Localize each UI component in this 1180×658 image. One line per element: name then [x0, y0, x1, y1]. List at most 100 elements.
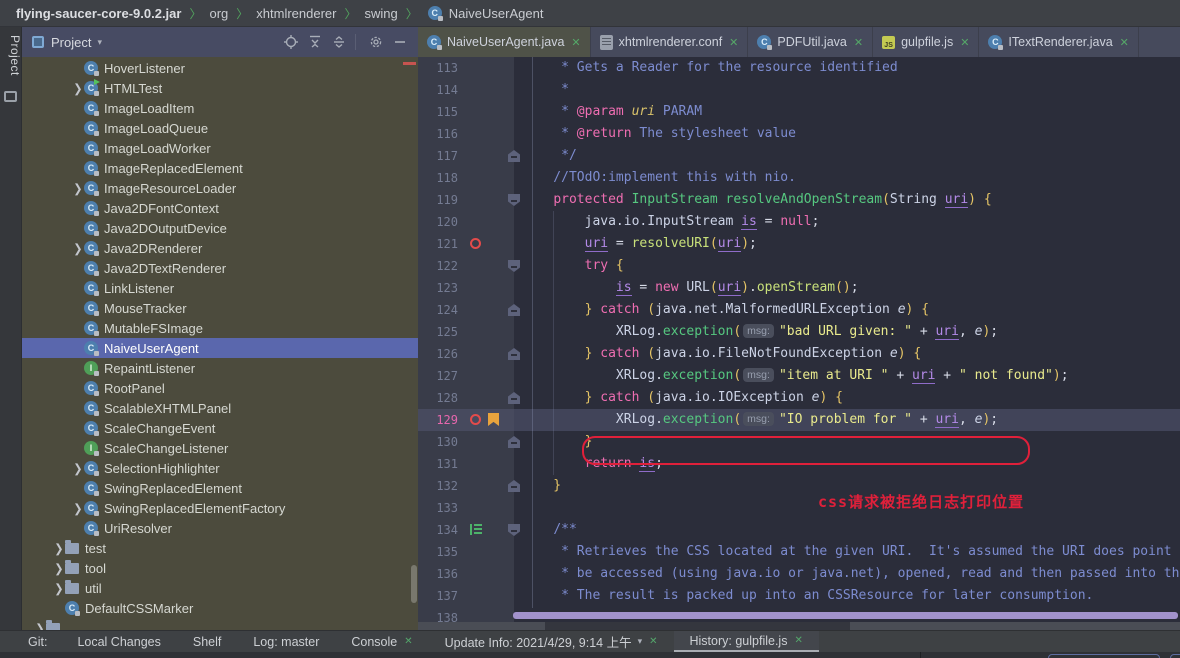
bottom-tab[interactable]: History: gulpfile.js✕: [674, 631, 819, 652]
tree-item[interactable]: ❯CHTMLTest: [22, 78, 418, 98]
tree-scrollbar[interactable]: [411, 565, 417, 603]
project-stripe-button[interactable]: Project: [0, 31, 22, 76]
tree-item[interactable]: ❯util: [22, 578, 418, 598]
bottom-tab[interactable]: Log: master: [237, 631, 335, 652]
editor-gutter[interactable]: 129: [418, 409, 514, 431]
close-icon[interactable]: ✕: [404, 636, 412, 647]
editor-gutter[interactable]: 128: [418, 387, 514, 409]
editor-gutter[interactable]: 135: [418, 541, 514, 563]
tree-item[interactable]: ❯: [22, 618, 418, 630]
breadcrumb-item[interactable]: NaiveUserAgent: [449, 6, 544, 21]
expand-all-icon[interactable]: [305, 32, 325, 52]
editor-tab[interactable]: JSgulpfile.js✕: [873, 27, 979, 57]
editor-gutter[interactable]: 127: [418, 365, 514, 387]
chevron-right-icon[interactable]: ❯: [34, 621, 46, 630]
tree-item[interactable]: CJava2DFontContext: [22, 198, 418, 218]
tree-item[interactable]: CDefaultCSSMarker: [22, 598, 418, 618]
tree-item[interactable]: ❯CImageResourceLoader: [22, 178, 418, 198]
editor-gutter[interactable]: 125: [418, 321, 514, 343]
tree-item[interactable]: CImageLoadItem: [22, 98, 418, 118]
close-icon[interactable]: ✕: [794, 635, 802, 646]
editor-gutter[interactable]: 117: [418, 145, 514, 167]
chevron-right-icon[interactable]: ❯: [53, 581, 65, 595]
chevron-right-icon[interactable]: ❯: [72, 461, 84, 475]
tree-item[interactable]: CMouseTracker: [22, 298, 418, 318]
editor-gutter[interactable]: 122: [418, 255, 514, 277]
tree-item[interactable]: CJava2DTextRenderer: [22, 258, 418, 278]
tree-item[interactable]: CImageLoadWorker: [22, 138, 418, 158]
tree-item[interactable]: CSwingReplacedElement: [22, 478, 418, 498]
breakpoint-icon[interactable]: [470, 238, 481, 249]
editor-gutter[interactable]: 113: [418, 57, 514, 79]
editor-tab[interactable]: CPDFUtil.java✕: [748, 27, 873, 57]
chevron-down-icon[interactable]: ▾: [97, 37, 102, 48]
locate-icon[interactable]: [281, 32, 301, 52]
breadcrumb-item[interactable]: flying-saucer-core-9.0.2.jar: [16, 6, 181, 21]
editor-gutter[interactable]: 130: [418, 431, 514, 453]
editor-tab[interactable]: CITextRenderer.java✕: [979, 27, 1138, 57]
tree-item[interactable]: ❯CSelectionHighlighter: [22, 458, 418, 478]
editor-tab[interactable]: xhtmlrenderer.conf✕: [591, 27, 749, 57]
chevron-down-icon[interactable]: ▾: [638, 636, 643, 647]
close-icon[interactable]: ✕: [729, 36, 738, 49]
editor-gutter[interactable]: 126: [418, 343, 514, 365]
tree-item[interactable]: IScaleChangeListener: [22, 438, 418, 458]
chevron-right-icon[interactable]: ❯: [53, 541, 65, 555]
close-icon[interactable]: ✕: [649, 636, 657, 647]
collapse-all-icon[interactable]: [329, 32, 349, 52]
chevron-right-icon[interactable]: ❯: [72, 501, 84, 515]
bookmark-icon[interactable]: [488, 413, 499, 426]
chevron-right-icon[interactable]: ❯: [53, 561, 65, 575]
chevron-right-icon[interactable]: ❯: [72, 81, 84, 95]
bottom-tab[interactable]: Console✕: [335, 631, 428, 652]
tree-item[interactable]: CLinkListener: [22, 278, 418, 298]
editor-gutter[interactable]: 116: [418, 123, 514, 145]
tree-item[interactable]: CMutableFSImage: [22, 318, 418, 338]
editor-tab[interactable]: CNaiveUserAgent.java✕: [418, 27, 591, 57]
tree-item[interactable]: ❯CJava2DRenderer: [22, 238, 418, 258]
tree-item[interactable]: CImageLoadQueue: [22, 118, 418, 138]
breadcrumb-item[interactable]: xhtmlrenderer: [256, 6, 336, 21]
editor-gutter[interactable]: 133: [418, 497, 514, 519]
chevron-right-icon[interactable]: ❯: [72, 241, 84, 255]
bottom-tab[interactable]: Shelf: [177, 631, 238, 652]
tree-item[interactable]: CRootPanel: [22, 378, 418, 398]
editor-gutter[interactable]: 119: [418, 189, 514, 211]
editor-gutter[interactable]: 131: [418, 453, 514, 475]
editor-gutter[interactable]: 121: [418, 233, 514, 255]
close-icon[interactable]: ✕: [1120, 36, 1129, 49]
tree-item[interactable]: CScaleChangeEvent: [22, 418, 418, 438]
editor-gutter[interactable]: 136: [418, 563, 514, 585]
tree-item[interactable]: CImageReplacedElement: [22, 158, 418, 178]
editor-gutter[interactable]: 134: [418, 519, 514, 541]
tree-item[interactable]: ❯tool: [22, 558, 418, 578]
bottom-tab[interactable]: Update Info: 2021/4/29, 9:14 上午▾✕: [429, 631, 674, 652]
breakpoint-icon[interactable]: [470, 414, 481, 425]
code-area[interactable]: 113 * Gets a Reader for the resource ide…: [418, 57, 1180, 630]
editor-gutter[interactable]: 118: [418, 167, 514, 189]
editor-gutter[interactable]: 120: [418, 211, 514, 233]
tree-item[interactable]: CHoverListener: [22, 58, 418, 78]
editor-gutter[interactable]: 114: [418, 79, 514, 101]
editor-gutter[interactable]: 137: [418, 585, 514, 607]
tree-item[interactable]: CNaiveUserAgent: [22, 338, 418, 358]
tree-item[interactable]: CUriResolver: [22, 518, 418, 538]
close-icon[interactable]: ✕: [854, 36, 863, 49]
tree-item[interactable]: CScalableXHTMLPanel: [22, 398, 418, 418]
editor-gutter[interactable]: 124: [418, 299, 514, 321]
close-icon[interactable]: ✕: [960, 36, 969, 49]
editor-gutter[interactable]: 115: [418, 101, 514, 123]
tree-item[interactable]: IRepaintListener: [22, 358, 418, 378]
close-icon[interactable]: ✕: [571, 36, 580, 49]
editor-gutter[interactable]: 123: [418, 277, 514, 299]
chevron-right-icon[interactable]: ❯: [72, 181, 84, 195]
breadcrumb-item[interactable]: org: [209, 6, 228, 21]
tree-item[interactable]: CJava2DOutputDevice: [22, 218, 418, 238]
editor-gutter[interactable]: 132: [418, 475, 514, 497]
breadcrumb-item[interactable]: swing: [365, 6, 398, 21]
tree-item[interactable]: ❯CSwingReplacedElementFactory: [22, 498, 418, 518]
bottom-tab[interactable]: Local Changes: [61, 631, 176, 652]
tree-item[interactable]: ❯test: [22, 538, 418, 558]
horizontal-scrollbar[interactable]: [513, 612, 1178, 619]
settings-gear-icon[interactable]: [366, 32, 386, 52]
